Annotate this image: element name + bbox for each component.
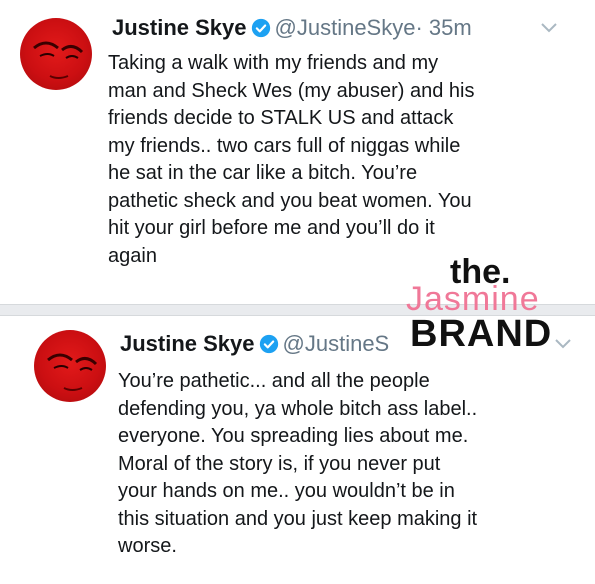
user-handle[interactable]: @JustineS [283,331,390,356]
user-handle[interactable]: @JustineSkye [275,15,416,40]
verified-badge-icon [259,333,279,361]
avatar[interactable] [20,18,92,90]
avatar-face-icon [47,353,98,391]
chevron-down-icon[interactable] [554,334,572,355]
avatar-face-icon [33,41,84,79]
chevron-down-icon[interactable] [540,18,558,39]
display-name[interactable]: Justine Skye [120,331,255,356]
avatar[interactable] [34,330,106,402]
tweet-2[interactable]: Justine Skye @JustineS You’re pathetic...… [0,316,595,584]
tweet-header: Justine Skye @JustineS [120,330,389,361]
watermark-jasmine: Jasmine [406,280,540,318]
display-name[interactable]: Justine Skye [112,15,247,40]
verified-badge-icon [251,17,271,45]
watermark-brand: BRAND [410,313,553,355]
tweet-text: You’re pathetic... and all the people de… [118,370,478,557]
tweet-text: Taking a walk with my friends and my man… [108,52,475,267]
tweet-timestamp[interactable]: · 35m [415,15,471,40]
tweet-header: Justine Skye @JustineSkye· 35m [112,14,472,45]
